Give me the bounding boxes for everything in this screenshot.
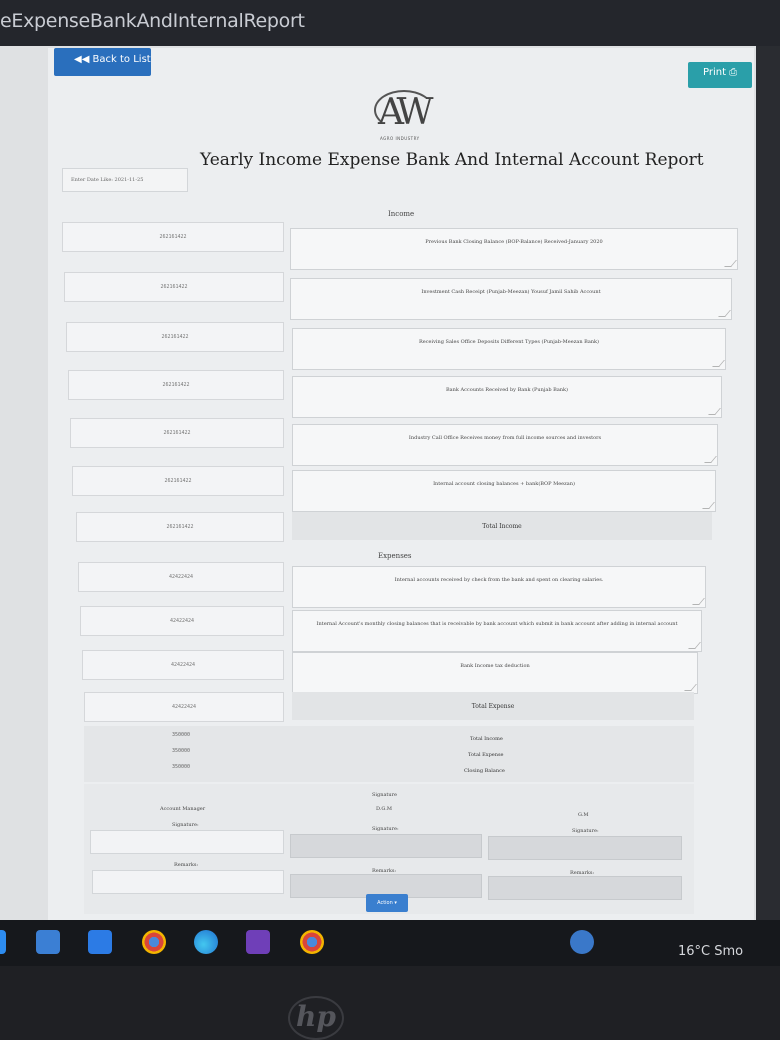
resize-grip-icon[interactable] <box>712 360 725 367</box>
expense-description-text: Bank Income tax deduction <box>460 663 530 669</box>
dgm-label: D.G.M <box>376 806 392 812</box>
income-description-field[interactable]: Investment Cash Receipt (Punjab-Meezan) … <box>290 278 732 320</box>
expense-description-text: Internal accounts received by check from… <box>394 577 604 583</box>
taskbar-app-icon[interactable] <box>0 930 6 954</box>
expenses-heading: Expenses <box>378 552 412 560</box>
hp-logo-icon: hp <box>288 996 344 1040</box>
taskbar <box>0 920 780 966</box>
summary-total-expense-label: Total Expense <box>468 752 504 758</box>
income-description-text: Bank Accounts Received by Bank (Punjab B… <box>445 387 569 393</box>
account-manager-remarks-field[interactable] <box>92 870 284 894</box>
expense-amount-field[interactable]: 42422424 <box>82 650 284 680</box>
summary-closing-balance-value: 350000 <box>172 764 191 770</box>
gm-remarks-field[interactable] <box>488 876 682 900</box>
resize-grip-icon[interactable] <box>704 456 717 463</box>
income-amount-field[interactable]: 262161422 <box>68 370 284 400</box>
resize-grip-icon[interactable] <box>718 310 731 317</box>
summary-block: 350000 350000 350000 Total Income Total … <box>84 726 694 782</box>
resize-grip-icon[interactable] <box>702 502 715 509</box>
total-expense-label: Total Expense <box>292 692 694 720</box>
help-icon[interactable] <box>570 930 594 954</box>
page-title: Yearly Income Expense Bank And Internal … <box>200 150 704 170</box>
summary-closing-balance-label: Closing Balance <box>464 768 505 774</box>
income-amount-field[interactable]: 262161422 <box>70 418 284 448</box>
window-titlebar: eExpenseBankAndInternalReport <box>0 0 780 46</box>
income-description-text: Internal account closing balances + bank… <box>433 481 575 487</box>
report-page: ◀◀ Back to List Print ⎙ AW AGRO INDUSTRY… <box>48 48 754 924</box>
total-income-amount: 262161422 <box>76 512 284 542</box>
resize-grip-icon[interactable] <box>724 260 737 267</box>
chrome-icon[interactable] <box>142 930 166 954</box>
resize-grip-icon[interactable] <box>684 684 697 691</box>
store-icon[interactable] <box>88 930 112 954</box>
logo-mark: AW <box>378 92 433 133</box>
action-dropdown-button[interactable]: Action ▾ <box>366 894 408 912</box>
income-amount-field[interactable]: 262161422 <box>72 466 284 496</box>
income-description-field[interactable]: Bank Accounts Received by Bank (Punjab B… <box>292 376 722 418</box>
gm-signature-field[interactable] <box>488 836 682 860</box>
mail-icon[interactable] <box>36 930 60 954</box>
resize-grip-icon[interactable] <box>708 408 721 415</box>
edge-icon[interactable] <box>194 930 218 954</box>
logo-subtitle: AGRO INDUSTRY <box>380 136 420 141</box>
resize-grip-icon[interactable] <box>688 642 701 649</box>
summary-total-income-value: 350000 <box>172 732 191 738</box>
expense-description-field[interactable]: Internal Account's monthly closing balan… <box>292 610 702 652</box>
weather-widget[interactable]: 16°C Smo <box>678 944 743 959</box>
print-button[interactable]: Print ⎙ <box>688 62 752 88</box>
total-income-label: Total Income <box>292 512 712 540</box>
account-manager-signature-label: Signature: <box>172 822 199 828</box>
chrome-icon[interactable] <box>300 930 324 954</box>
resize-grip-icon[interactable] <box>692 598 705 605</box>
signature-heading: Signature <box>372 792 398 798</box>
summary-total-expense-value: 350000 <box>172 748 191 754</box>
income-description-field[interactable]: Industry Call Office Receives money from… <box>292 424 718 466</box>
income-amount-field[interactable]: 262161422 <box>62 222 284 252</box>
gm-label: G.M <box>578 812 589 818</box>
date-input[interactable]: Enter Date Like: 2021-11-25 <box>62 168 188 192</box>
expense-description-field[interactable]: Bank Income tax deduction <box>292 652 698 694</box>
browser-viewport: ◀◀ Back to List Print ⎙ AW AGRO INDUSTRY… <box>0 46 756 926</box>
monitor-bezel <box>756 46 780 926</box>
expense-description-field[interactable]: Internal accounts received by check from… <box>292 566 706 608</box>
income-description-text: Industry Call Office Receives money from… <box>408 435 602 441</box>
visual-studio-icon[interactable] <box>246 930 270 954</box>
income-description-field[interactable]: Internal account closing balances + bank… <box>292 470 716 512</box>
income-description-text: Receiving Sales Office Deposits Differen… <box>419 339 599 345</box>
income-description-field[interactable]: Receiving Sales Office Deposits Differen… <box>292 328 726 370</box>
income-description-text: Investment Cash Receipt (Punjab-Meezan) … <box>421 289 601 295</box>
income-amount-field[interactable]: 262161422 <box>64 272 284 302</box>
gm-signature-label: Signature: <box>572 828 599 834</box>
expense-amount-field[interactable]: 42422424 <box>78 562 284 592</box>
account-manager-remarks-label: Remarks: <box>174 862 199 868</box>
dgm-signature-field[interactable] <box>290 834 482 858</box>
income-heading: Income <box>388 210 415 218</box>
total-expense-amount: 42422424 <box>84 692 284 722</box>
dgm-signature-label: Signature: <box>372 826 399 832</box>
monitor-bottom-bezel <box>0 966 780 1040</box>
income-description-field[interactable]: Previous Bank Closing Balance (BOP-Balan… <box>290 228 738 270</box>
account-manager-signature-field[interactable] <box>90 830 284 854</box>
income-amount-field[interactable]: 262161422 <box>66 322 284 352</box>
expense-amount-field[interactable]: 42422424 <box>80 606 284 636</box>
summary-total-income-label: Total Income <box>470 736 503 742</box>
expense-description-text: Internal Account's monthly closing balan… <box>316 621 678 627</box>
account-manager-label: Account Manager <box>160 806 206 812</box>
income-description-text: Previous Bank Closing Balance (BOP-Balan… <box>425 239 603 245</box>
back-to-list-button[interactable]: ◀◀ Back to List <box>54 48 151 76</box>
company-logo: AW AGRO INDUSTRY <box>372 86 438 146</box>
window-title: eExpenseBankAndInternalReport <box>0 10 305 32</box>
